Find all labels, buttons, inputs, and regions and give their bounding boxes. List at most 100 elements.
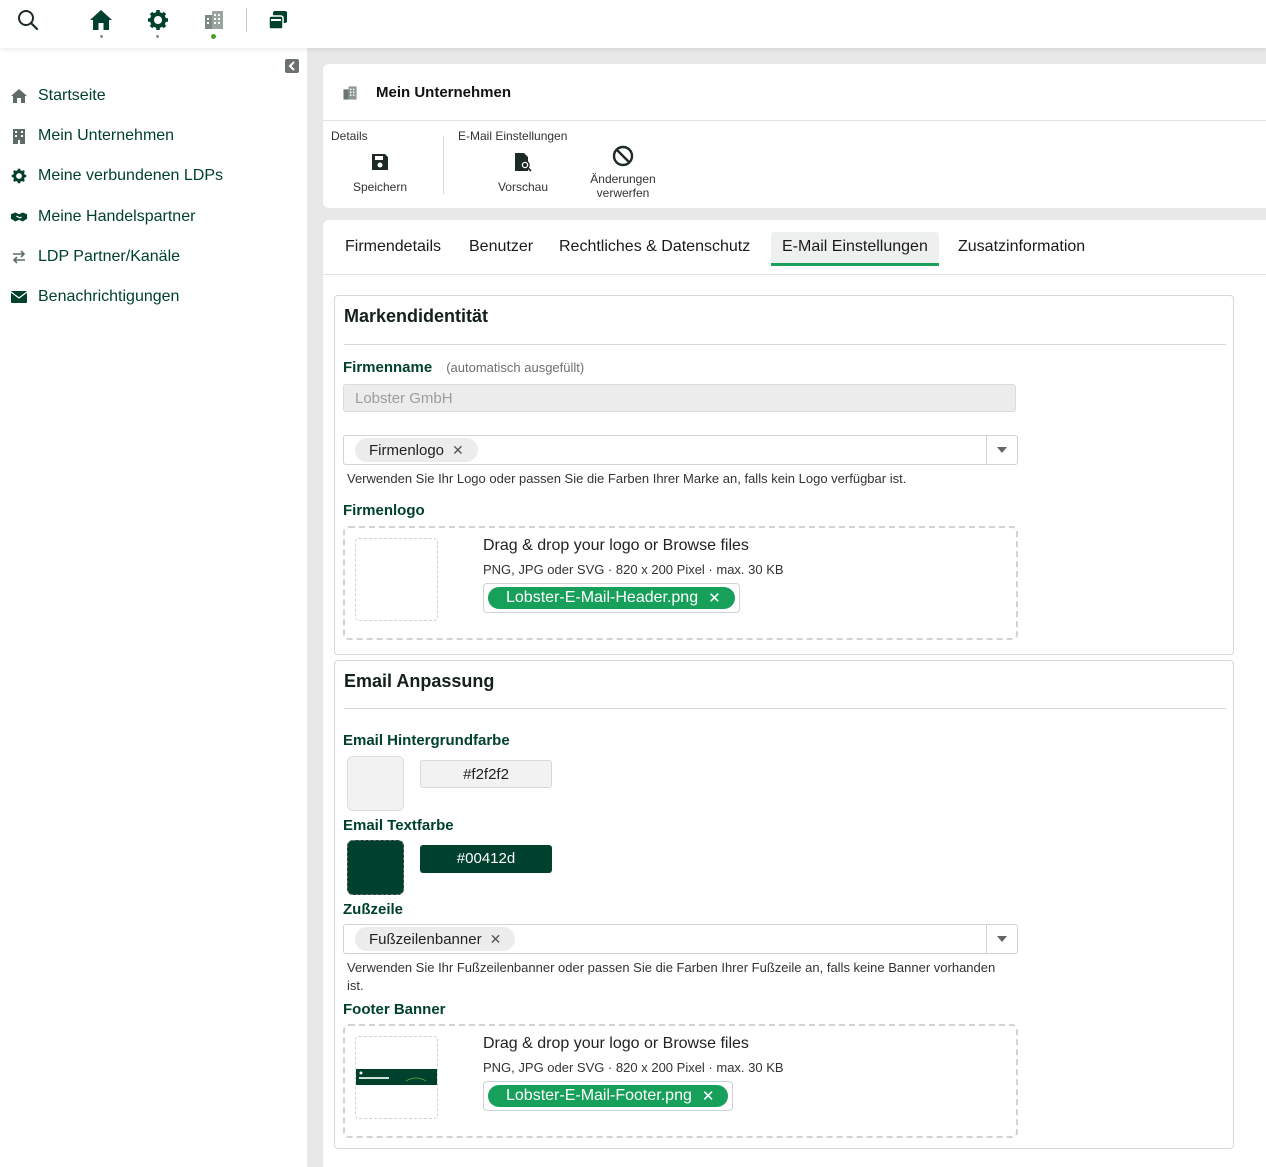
section-title: Email Anpassung xyxy=(344,671,495,691)
gear-icon[interactable] xyxy=(146,8,170,32)
footer-mode-description: Verwenden Sie Ihr Fußzeilenbanner oder p… xyxy=(347,960,996,993)
home-icon[interactable] xyxy=(89,8,113,32)
bg-color-swatch[interactable] xyxy=(347,756,404,811)
envelope-icon xyxy=(10,288,28,306)
search-icon[interactable] xyxy=(16,8,40,32)
chevron-left-icon xyxy=(288,61,295,71)
arrows-exchange-icon xyxy=(10,248,28,266)
tab-zusatzinformation[interactable]: Zusatzinformation xyxy=(947,232,1096,262)
settings-indicator-dot xyxy=(156,35,159,38)
group-label-email: E-Mail Einstellungen xyxy=(458,129,568,143)
sidebar-item-mein-unternehmen[interactable]: Mein Unternehmen xyxy=(10,124,174,148)
page-title-text: Mein Unternehmen xyxy=(376,84,512,101)
footer-banner-thumbnail xyxy=(355,1036,438,1119)
handshake-icon xyxy=(10,208,28,226)
remove-chip-icon[interactable]: ✕ xyxy=(452,442,464,459)
building-icon[interactable] xyxy=(202,8,226,32)
logo-thumbnail xyxy=(355,538,438,621)
sidebar-item-label: Benachrichtigungen xyxy=(38,288,180,305)
company-name-field: Lobster GmbH xyxy=(343,384,1016,412)
chevron-down-icon[interactable] xyxy=(986,925,1017,953)
content-card: Firmendetails Benutzer Rechtliches & Dat… xyxy=(323,220,1266,1167)
dropzone-title: Drag & drop your logo or Browse files xyxy=(483,537,749,554)
top-bar xyxy=(0,0,1266,48)
footer-banner-preview-image xyxy=(356,1069,437,1085)
file-chip: Lobster-E-Mail-Footer.png ✕ xyxy=(488,1085,729,1107)
dropzone-title: Drag & drop your logo or Browse files xyxy=(483,1035,749,1052)
footer-label: Zußzeile xyxy=(343,901,404,918)
text-color-label: Email Textfarbe xyxy=(343,817,454,834)
bg-color-input[interactable]: #f2f2f2 xyxy=(420,760,552,788)
gear-icon xyxy=(10,167,28,185)
uploaded-file: Lobster-E-Mail-Header.png ✕ xyxy=(483,583,740,613)
tab-rechtliches[interactable]: Rechtliches & Datenschutz xyxy=(548,232,761,262)
selected-chip: Fußzeilenbanner ✕ xyxy=(355,927,516,951)
file-name: Lobster-E-Mail-Header.png xyxy=(506,589,699,606)
tab-email-einstellungen[interactable]: E-Mail Einstellungen xyxy=(771,232,939,266)
company-name-label: Firmenname (automatisch ausgefüllt) xyxy=(343,359,584,376)
dropzone-subtitle: PNG, JPG oder SVG · 820 x 200 Pixel · ma… xyxy=(483,562,784,577)
company-name-label-text: Firmenname xyxy=(343,359,433,376)
bg-color-label: Email Hintergrundfarbe xyxy=(343,732,510,749)
sidebar: Startseite Mein Unternehmen Meine verbun… xyxy=(0,48,307,1167)
text-color-input[interactable]: #00412d xyxy=(420,845,552,873)
chevron-down-icon[interactable] xyxy=(986,436,1017,464)
remove-chip-icon[interactable]: ✕ xyxy=(490,931,502,948)
sidebar-item-label: LDP Partner/Kanäle xyxy=(38,248,181,265)
discard-label: Änderungen xyxy=(590,172,656,186)
tab-bar: Firmendetails Benutzer Rechtliches & Dat… xyxy=(323,220,1266,275)
tab-benutzer[interactable]: Benutzer xyxy=(458,232,544,262)
group-label-details: Details xyxy=(331,129,368,143)
sidebar-item-label: Meine Handelspartner xyxy=(38,208,196,225)
logo-mode-description: Verwenden Sie Ihr Logo oder passen Sie d… xyxy=(347,471,907,486)
section-divider xyxy=(344,708,1226,709)
footer-mode-select[interactable]: Fußzeilenbanner ✕ xyxy=(343,924,1018,954)
building-icon xyxy=(343,85,357,100)
section-title: Markendidentität xyxy=(344,306,489,326)
sidebar-item-handelspartner[interactable]: Meine Handelspartner xyxy=(10,205,195,229)
sidebar-item-ldp-partner[interactable]: LDP Partner/Kanäle xyxy=(10,245,180,269)
document-search-icon xyxy=(491,150,555,174)
sidebar-item-verbundene-ldps[interactable]: Meine verbundenen LDPs xyxy=(10,164,223,188)
sidebar-item-label: Meine verbundenen LDPs xyxy=(38,167,224,184)
topbar-separator xyxy=(246,8,247,32)
text-color-swatch[interactable] xyxy=(347,840,404,895)
chip-label: Fußzeilenbanner xyxy=(369,930,482,948)
dropzone-subtitle: PNG, JPG oder SVG · 820 x 200 Pixel · ma… xyxy=(483,1060,784,1075)
logo-mode-select[interactable]: Firmenlogo ✕ xyxy=(343,435,1018,465)
chip-label: Firmenlogo xyxy=(369,441,445,459)
sidebar-item-startseite[interactable]: Startseite xyxy=(10,84,106,108)
preview-button[interactable]: Vorschau xyxy=(491,150,555,194)
header-divider xyxy=(323,120,1266,121)
remove-file-icon[interactable]: ✕ xyxy=(708,589,721,607)
logo-dropzone[interactable]: Drag & drop your logo or Browse files PN… xyxy=(343,526,1018,640)
file-chip: Lobster-E-Mail-Header.png ✕ xyxy=(488,587,735,609)
footer-banner-dropzone[interactable]: Drag & drop your logo or Browse files PN… xyxy=(343,1024,1018,1138)
toolbar-separator xyxy=(443,136,444,194)
main-area: Mein Unternehmen Details E-Mail Einstell… xyxy=(307,48,1266,1167)
sidebar-item-label: Mein Unternehmen xyxy=(38,127,175,144)
section-divider xyxy=(344,344,1226,345)
floppy-disk-icon xyxy=(348,150,412,174)
tab-firmendetails[interactable]: Firmendetails xyxy=(334,232,452,262)
discard-changes-button[interactable]: Änderungen verwerfen xyxy=(578,144,668,200)
discard-label-line2: verwerfen xyxy=(596,186,650,200)
remove-file-icon[interactable]: ✕ xyxy=(702,1087,715,1105)
brand-identity-section: Markendidentität Firmenname (automatisch … xyxy=(334,295,1234,655)
logo-label: Firmenlogo xyxy=(343,502,425,519)
footer-banner-label: Footer Banner xyxy=(343,1001,446,1018)
company-name-hint: (automatisch ausgefüllt) xyxy=(446,360,585,375)
file-name: Lobster-E-Mail-Footer.png xyxy=(506,1087,692,1104)
page-header: Mein Unternehmen Details E-Mail Einstell… xyxy=(323,64,1266,208)
preview-label: Vorschau xyxy=(497,180,549,194)
collapse-sidebar-button[interactable] xyxy=(285,59,299,73)
building-icon xyxy=(10,127,28,145)
sidebar-item-label: Startseite xyxy=(38,87,106,104)
sidebar-item-benachrichtigungen[interactable]: Benachrichtigungen xyxy=(10,285,179,309)
page-title: Mein Unternehmen xyxy=(342,84,511,101)
save-label: Speichern xyxy=(352,180,408,194)
email-customization-section: Email Anpassung Email Hintergrundfarbe #… xyxy=(334,660,1234,1149)
prohibited-icon xyxy=(578,144,668,168)
windows-stack-icon[interactable] xyxy=(266,8,290,32)
save-button[interactable]: Speichern xyxy=(348,150,412,194)
